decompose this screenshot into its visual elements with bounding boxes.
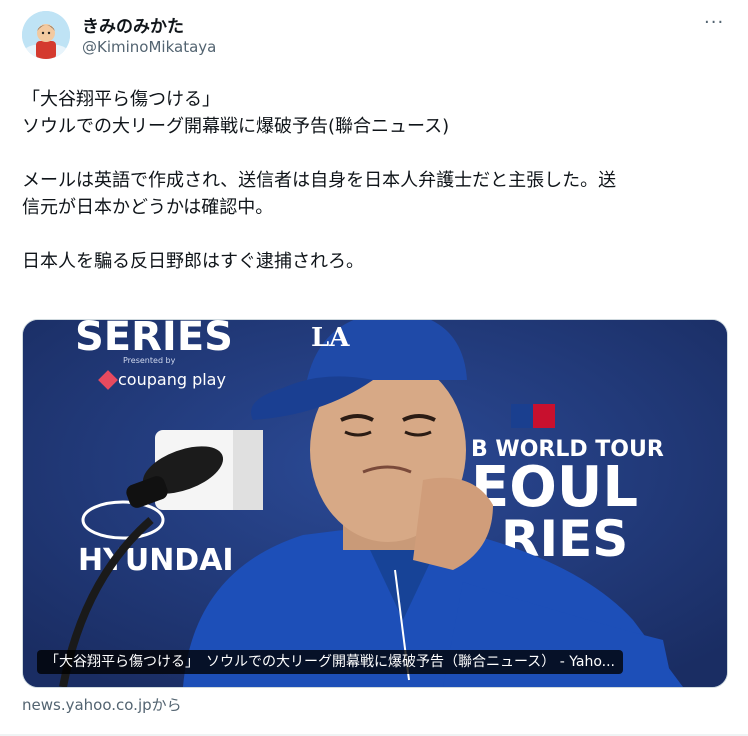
link-source[interactable]: news.yahoo.co.jpから (22, 694, 182, 715)
avatar[interactable] (22, 11, 70, 59)
author-display-name[interactable]: きみのみかた (82, 12, 184, 37)
tweet-line: 「大谷翔平ら傷つける」 (22, 89, 220, 110)
author-handle[interactable]: @KiminoMikataya (82, 38, 216, 56)
backdrop-sponsor-text: coupang play (118, 370, 226, 389)
tweet-line: メールは英語で作成され、送信者は自身を日本人弁護士だと主張した。送 (22, 170, 617, 191)
link-card[interactable]: SERIES Presented by coupang play B WORLD… (22, 319, 728, 688)
backdrop-presented-text: Presented by (123, 356, 176, 365)
press-conference-photo: SERIES Presented by coupang play B WORLD… (23, 320, 727, 687)
tweet-line: 日本人を騙る反日野郎はすぐ逮捕されろ。 (22, 251, 364, 272)
tweet-line: ソウルでの大リーグ開幕戦に爆破予告(聯合ニュース) (22, 116, 450, 137)
more-dots-icon[interactable]: ··· (704, 12, 724, 33)
svg-text:LA: LA (311, 323, 350, 353)
avatar-character-icon (22, 11, 70, 59)
tweet-line: 信元が日本かどうかは確認中。 (22, 197, 274, 218)
card-caption: 「大谷翔平ら傷つける」 ソウルでの大リーグ開幕戦に爆破予告（聯合ニュース） - … (37, 650, 623, 674)
tweet-body: 「大谷翔平ら傷つける」 ソウルでの大リーグ開幕戦に爆破予告(聯合ニュース) メー… (22, 86, 722, 275)
backdrop-series-text: SERIES (75, 320, 233, 360)
